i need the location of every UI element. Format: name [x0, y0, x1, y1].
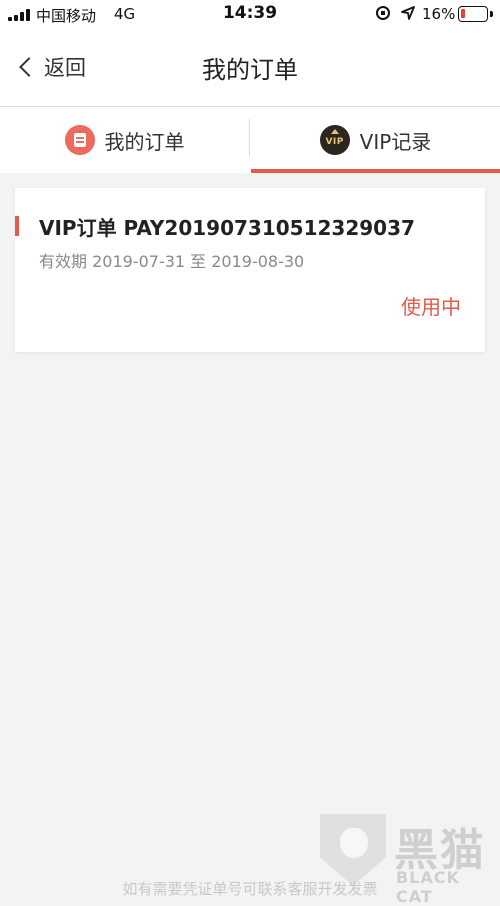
status-bar: 中国移动 4G 14:39 16%	[0, 0, 500, 30]
tab-my-orders-label: 我的订单	[104, 129, 185, 154]
vip-order-card[interactable]: VIP订单 PAY201907310512329037 有效期 2019-07-…	[15, 188, 485, 352]
order-title: VIP订单 PAY201907310512329037	[39, 216, 415, 240]
orientation-lock-icon	[376, 6, 390, 20]
location-arrow-icon	[401, 6, 415, 20]
tab-vip-records[interactable]: VIP VIP记录	[251, 107, 500, 173]
chevron-left-icon	[19, 57, 39, 77]
tab-bar: 我的订单 VIP VIP记录	[0, 107, 500, 173]
tab-my-orders[interactable]: 我的订单	[0, 107, 249, 173]
order-validity: 有效期 2019-07-31 至 2019-08-30	[39, 252, 305, 271]
battery-icon	[458, 6, 488, 22]
order-status-badge: 使用中	[401, 295, 461, 319]
navigation-bar: 返回 我的订单	[0, 30, 500, 107]
battery-cap	[490, 11, 493, 17]
crown-icon	[330, 129, 339, 134]
vip-icon-text: VIP	[325, 137, 344, 147]
battery-percentage: 16%	[422, 5, 456, 23]
cat-head-icon	[340, 828, 368, 858]
back-label: 返回	[44, 56, 86, 80]
card-accent-bar	[15, 216, 19, 236]
back-button[interactable]: 返回	[16, 50, 86, 84]
tab-divider	[249, 119, 250, 157]
order-list-icon	[64, 125, 95, 155]
tab-vip-records-label: VIP记录	[359, 129, 432, 154]
battery-level-fill	[461, 9, 465, 18]
vip-badge-icon: VIP	[319, 125, 350, 155]
active-tab-indicator	[251, 169, 500, 173]
